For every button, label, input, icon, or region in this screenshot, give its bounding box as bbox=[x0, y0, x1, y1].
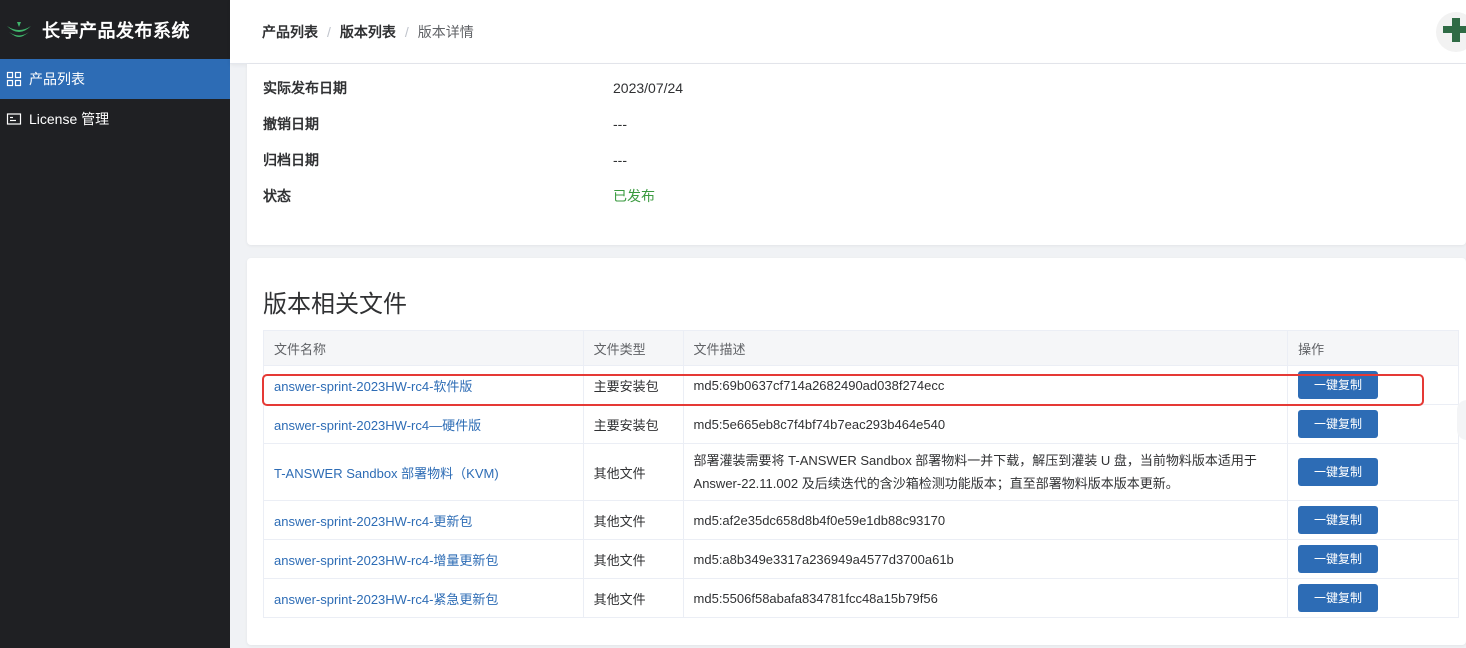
copy-button[interactable]: 一键复制 bbox=[1298, 458, 1379, 486]
action-cell: 一键复制 bbox=[1287, 365, 1459, 405]
action-cell: 一键复制 bbox=[1287, 578, 1459, 618]
column-header-action: 操作 bbox=[1287, 330, 1459, 366]
column-header-type: 文件类型 bbox=[582, 330, 684, 366]
file-name-link[interactable]: T-ANSWER Sandbox 部署物料（KVM) bbox=[263, 443, 584, 501]
file-desc: md5:69b0637cf714a2682490ad038f274ecc bbox=[682, 365, 1289, 405]
file-desc: md5:5506f58abafa834781fcc48a15b79f56 bbox=[682, 578, 1289, 618]
file-type: 主要安装包 bbox=[582, 365, 684, 405]
action-cell: 一键复制 bbox=[1287, 443, 1459, 501]
section-title: 版本相关文件 bbox=[263, 291, 407, 318]
table-row: T-ANSWER Sandbox 部署物料（KVM) 其他文件 部署灌装需要将 … bbox=[263, 443, 1459, 501]
info-value: --- bbox=[613, 152, 627, 168]
file-name-link[interactable]: answer-sprint-2023HW-rc4-软件版 bbox=[263, 365, 584, 405]
copy-button[interactable]: 一键复制 bbox=[1298, 410, 1379, 438]
action-cell: 一键复制 bbox=[1287, 500, 1459, 540]
logo-icon bbox=[7, 21, 31, 37]
info-row-archive-date: 归档日期 --- bbox=[263, 150, 627, 170]
status-badge: 已发布 bbox=[613, 188, 655, 204]
sidebar-item-license[interactable]: License 管理 bbox=[0, 99, 230, 139]
sidebar: 长亭产品发布系统 产品列表 License 管理 bbox=[0, 0, 230, 648]
breadcrumb: 产品列表 / 版本列表 / 版本详情 bbox=[262, 22, 474, 42]
copy-button[interactable]: 一键复制 bbox=[1298, 506, 1379, 534]
sidebar-item-label: License 管理 bbox=[29, 111, 110, 127]
action-cell: 一键复制 bbox=[1287, 404, 1459, 444]
breadcrumb-separator: / bbox=[327, 23, 331, 40]
info-label: 实际发布日期 bbox=[263, 80, 347, 96]
info-row-release-date: 实际发布日期 2023/07/24 bbox=[263, 78, 683, 98]
file-desc: md5:af2e35dc658d8b4f0e59e1db88c93170 bbox=[682, 500, 1289, 540]
top-header: 产品列表 / 版本列表 / 版本详情 bbox=[230, 0, 1466, 64]
column-header-desc: 文件描述 bbox=[682, 330, 1289, 366]
files-table: 文件名称 文件类型 文件描述 操作 answer-sprint-2023HW-r… bbox=[263, 330, 1459, 618]
file-desc: 部署灌装需要将 T-ANSWER Sandbox 部署物料一并下载，解压到灌装 … bbox=[682, 443, 1289, 501]
file-name-link[interactable]: answer-sprint-2023HW-rc4-紧急更新包 bbox=[263, 578, 584, 618]
copy-button[interactable]: 一键复制 bbox=[1298, 371, 1379, 399]
sidebar-item-products[interactable]: 产品列表 bbox=[0, 59, 230, 99]
file-desc: md5:5e665eb8c7f4bf74b7eac293b464e540 bbox=[682, 404, 1289, 444]
file-type: 其他文件 bbox=[582, 578, 684, 618]
file-name-link[interactable]: answer-sprint-2023HW-rc4-增量更新包 bbox=[263, 539, 584, 579]
copy-button[interactable]: 一键复制 bbox=[1298, 545, 1379, 573]
table-row: answer-sprint-2023HW-rc4-增量更新包 其他文件 md5:… bbox=[263, 539, 1459, 579]
table-row: answer-sprint-2023HW-rc4-软件版 主要安装包 md5:6… bbox=[263, 365, 1459, 405]
avatar-icon bbox=[1443, 18, 1466, 42]
file-type: 其他文件 bbox=[582, 500, 684, 540]
file-desc: md5:a8b349e3317a236949a4577d3700a61b bbox=[682, 539, 1289, 579]
copy-button[interactable]: 一键复制 bbox=[1298, 584, 1379, 612]
table-header-row: 文件名称 文件类型 文件描述 操作 bbox=[263, 330, 1459, 366]
breadcrumb-separator: / bbox=[404, 23, 409, 40]
app-title: 长亭产品发布系统 bbox=[42, 20, 190, 41]
license-icon bbox=[6, 111, 22, 127]
avatar[interactable] bbox=[1436, 12, 1466, 52]
file-type: 主要安装包 bbox=[582, 404, 684, 444]
table-row: answer-sprint-2023HW-rc4-更新包 其他文件 md5:af… bbox=[263, 500, 1459, 540]
info-value: --- bbox=[613, 116, 627, 132]
file-name-link[interactable]: answer-sprint-2023HW-rc4—硬件版 bbox=[263, 404, 584, 444]
info-row-revoke-date: 撤销日期 --- bbox=[263, 114, 627, 134]
table-row: answer-sprint-2023HW-rc4-紧急更新包 其他文件 md5:… bbox=[263, 578, 1459, 618]
info-label: 归档日期 bbox=[263, 152, 319, 168]
brand: 长亭产品发布系统 bbox=[0, 0, 230, 59]
info-label: 状态 bbox=[263, 188, 291, 204]
info-value: 2023/07/24 bbox=[613, 80, 684, 96]
grid-icon bbox=[6, 71, 22, 87]
table-row: answer-sprint-2023HW-rc4—硬件版 主要安装包 md5:5… bbox=[263, 404, 1459, 444]
file-name-link[interactable]: answer-sprint-2023HW-rc4-更新包 bbox=[263, 500, 584, 540]
info-row-status: 状态 已发布 bbox=[263, 186, 655, 206]
version-files-card: 版本相关文件 文件名称 文件类型 文件描述 操作 answer-sprint-2… bbox=[247, 258, 1466, 645]
file-type: 其他文件 bbox=[582, 539, 684, 579]
version-info-card: 实际发布日期 2023/07/24 撤销日期 --- 归档日期 --- 状态 已… bbox=[247, 64, 1466, 245]
sidebar-item-label: 产品列表 bbox=[29, 71, 85, 87]
breadcrumb-product-list[interactable]: 产品列表 bbox=[262, 22, 318, 42]
action-cell: 一键复制 bbox=[1287, 539, 1459, 579]
file-type: 其他文件 bbox=[582, 443, 684, 501]
breadcrumb-version-list[interactable]: 版本列表 bbox=[340, 22, 396, 42]
column-header-name: 文件名称 bbox=[263, 330, 584, 366]
info-label: 撤销日期 bbox=[263, 116, 319, 132]
scroll-handle[interactable] bbox=[1457, 400, 1466, 440]
breadcrumb-version-detail: 版本详情 bbox=[417, 23, 474, 40]
